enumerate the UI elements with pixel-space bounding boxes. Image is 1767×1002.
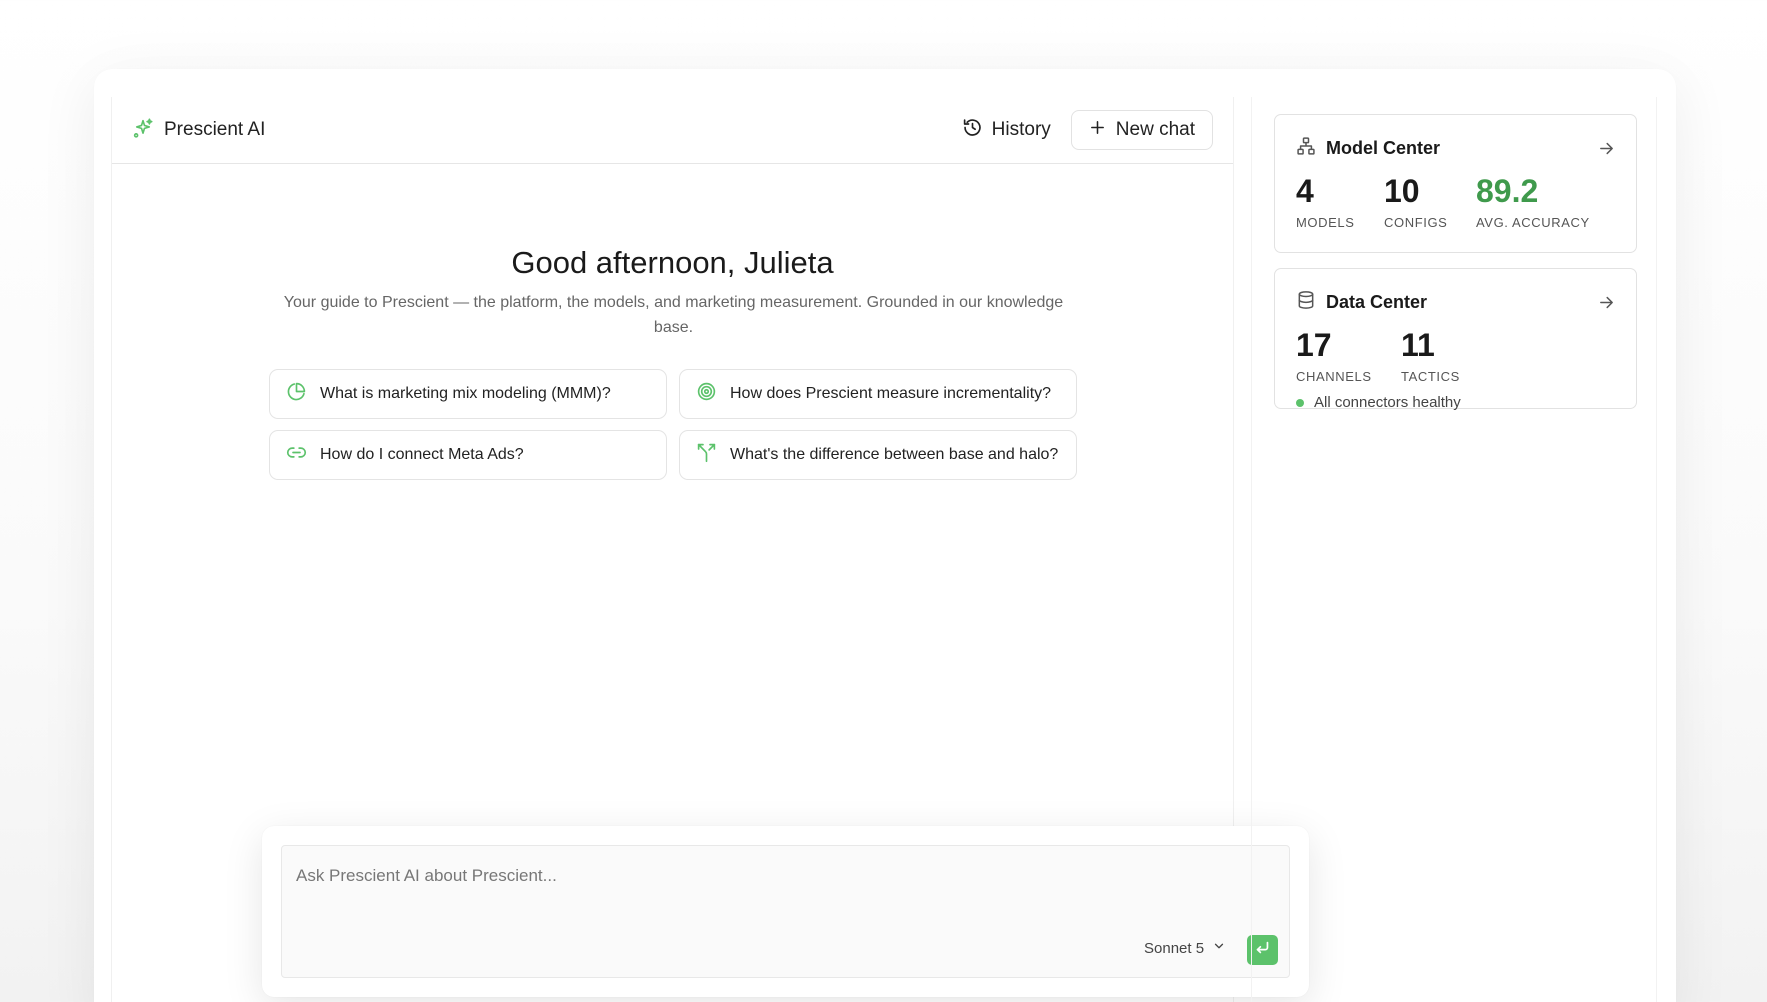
stat-value: 17 <box>1296 327 1332 363</box>
model-center-title: Model Center <box>1326 138 1441 158</box>
side-panel: Model Center 4 MODELS 10 CONFIGS 89.2 AV… <box>1251 97 1657 1002</box>
arrow-right-icon <box>1598 294 1615 311</box>
history-button[interactable]: History <box>962 117 1051 144</box>
stat-value: 89.2 <box>1476 173 1539 209</box>
tagline: Your guide to Prescient — the platform, … <box>283 294 1064 336</box>
composer: Sonnet 5 <box>262 826 1309 997</box>
chat-input[interactable] <box>296 862 1196 890</box>
suggestion-card[interactable]: How does Prescient measure incrementalit… <box>679 369 1077 419</box>
plus-icon <box>1089 119 1106 142</box>
sparkles-icon <box>132 117 154 144</box>
stat-models: 4 MODELS <box>1296 173 1384 230</box>
suggestion-text: How does Prescient measure incrementalit… <box>730 385 1052 402</box>
stat-label: CONFIGS <box>1384 215 1448 230</box>
model-center-stats: 4 MODELS 10 CONFIGS 89.2 AVG. ACCURACY <box>1296 173 1590 230</box>
stat-value: 11 <box>1401 327 1435 363</box>
suggestion-text: What's the difference between base and h… <box>730 446 1059 463</box>
stat-label: MODELS <box>1296 215 1355 230</box>
data-center-title: Data Center <box>1326 292 1428 312</box>
link-icon <box>286 442 307 468</box>
model-selector[interactable]: Sonnet 5 <box>1144 939 1226 957</box>
stat-accuracy: 89.2 AVG. ACCURACY <box>1476 173 1590 230</box>
data-center-card[interactable]: Data Center 17 CHANNELS 11 TACTICS All c… <box>1274 268 1637 411</box>
chat-panel: Prescient AI History New chat Good after… <box>111 97 1309 1002</box>
connector-status-text: All connectors healthy <box>1314 394 1461 411</box>
stat-value: 10 <box>1384 173 1420 209</box>
stat-channels: 17 CHANNELS <box>1296 327 1401 384</box>
model-center-card[interactable]: Model Center 4 MODELS 10 CONFIGS 89.2 AV… <box>1274 114 1637 253</box>
connector-status: All connectors healthy <box>1296 394 1461 411</box>
chevron-down-icon <box>1212 939 1226 957</box>
suggestion-card[interactable]: What's the difference between base and h… <box>679 430 1077 480</box>
data-center-header: Data Center <box>1296 290 1615 315</box>
pie-chart-icon <box>286 381 307 407</box>
history-icon <box>962 117 983 144</box>
history-label: History <box>991 119 1051 140</box>
suggestion-card[interactable]: What is marketing mix modeling (MMM)? <box>269 369 667 419</box>
chat-header: Prescient AI History New chat <box>112 97 1233 164</box>
greeting: Good afternoon, Julieta <box>511 245 834 280</box>
composer-box: Sonnet 5 <box>281 845 1290 978</box>
new-chat-label: New chat <box>1115 119 1195 140</box>
arrow-right-icon <box>1598 140 1615 157</box>
split-icon <box>696 442 717 468</box>
suggestion-card[interactable]: How do I connect Meta Ads? <box>269 430 667 480</box>
status-dot <box>1296 398 1304 407</box>
stat-value: 4 <box>1296 173 1314 209</box>
header-actions: History New chat <box>962 110 1213 150</box>
data-center-stats: 17 CHANNELS 11 TACTICS <box>1296 327 1460 384</box>
brand: Prescient AI <box>132 117 265 144</box>
suggestion-text: How do I connect Meta Ads? <box>320 446 524 463</box>
suggestion-grid: What is marketing mix modeling (MMM)? Ho… <box>269 369 1078 480</box>
suggestion-text: What is marketing mix modeling (MMM)? <box>320 385 611 402</box>
target-icon <box>696 381 717 407</box>
new-chat-button[interactable]: New chat <box>1070 110 1213 150</box>
hierarchy-icon <box>1296 136 1316 161</box>
stat-configs: 10 CONFIGS <box>1384 173 1476 230</box>
stat-label: AVG. ACCURACY <box>1476 215 1590 230</box>
model-selector-label: Sonnet 5 <box>1144 939 1205 957</box>
stat-tactics: 11 TACTICS <box>1401 327 1460 384</box>
database-icon <box>1296 290 1316 315</box>
stat-label: TACTICS <box>1401 369 1460 384</box>
brand-label: Prescient AI <box>164 119 266 140</box>
stat-label: CHANNELS <box>1296 369 1372 384</box>
model-center-header: Model Center <box>1296 136 1615 161</box>
